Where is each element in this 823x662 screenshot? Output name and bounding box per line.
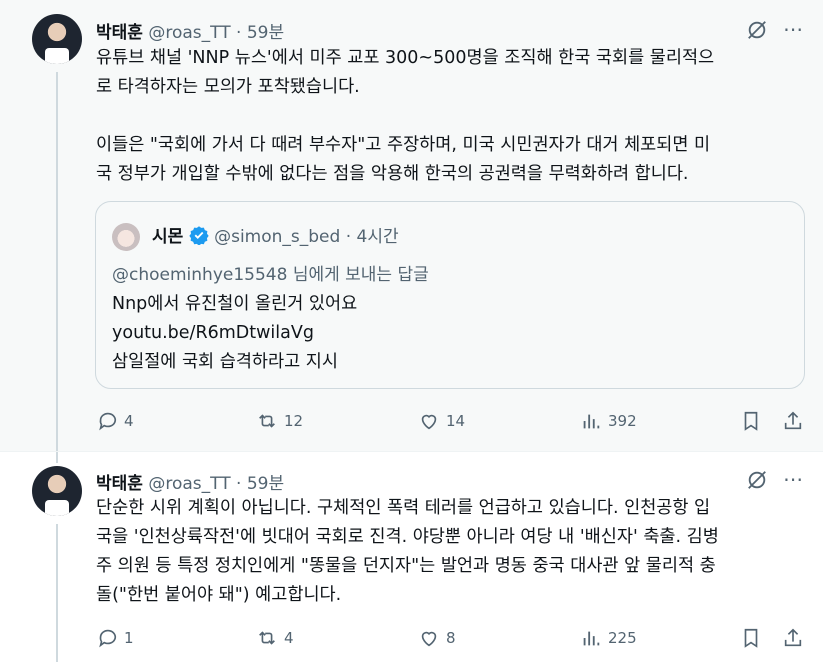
share-button[interactable] <box>782 624 804 652</box>
views-icon <box>583 414 600 429</box>
like-button[interactable]: 14 <box>418 407 465 435</box>
post-header: 박태훈 @roas_TT · 59분 <box>96 18 284 43</box>
quoted-post-header: 시몬 @simon_s_bed · 4시간 <box>152 222 399 247</box>
author-avatar[interactable] <box>32 14 82 64</box>
view-count: 225 <box>608 629 637 647</box>
reply-count: 4 <box>124 412 134 430</box>
like-count: 8 <box>446 629 456 647</box>
thread-line <box>56 452 58 463</box>
quoted-author-avatar <box>112 223 140 251</box>
quoted-post-text: Nnp에서 유진철이 올린거 있어요 youtu.be/R6mDtwilaVg … <box>112 290 357 377</box>
author-handle[interactable]: @roas_TT <box>148 23 230 43</box>
views-button[interactable]: 392 <box>580 407 637 435</box>
bookmark-icon <box>744 411 758 431</box>
more-icon[interactable]: ⋯ <box>782 468 804 490</box>
quoted-author-name: 시몬 <box>152 227 184 247</box>
reply-icon <box>99 629 117 648</box>
author-name[interactable]: 박태훈 <box>96 23 143 43</box>
quoted-text-line: Nnp에서 유진철이 올린거 있어요 <box>112 294 358 314</box>
reply-count: 1 <box>124 629 134 647</box>
like-count: 14 <box>446 412 466 430</box>
reply-button[interactable]: 1 <box>96 624 134 652</box>
grok-icon[interactable] <box>746 469 768 491</box>
post-text: 유튜브 채널 'NNP 뉴스'에서 미주 교포 300~500명을 조직해 한국… <box>96 48 715 184</box>
thread-line <box>56 72 58 452</box>
more-icon[interactable]: ⋯ <box>782 18 804 40</box>
bookmark-button[interactable] <box>740 624 762 652</box>
post-text: 단순한 시위 계획이 아닙니다. 구체적인 폭력 테러를 언급하고 있습니다. … <box>96 498 719 605</box>
post-1[interactable]: 박태훈 @roas_TT · 59분 ⋯ 유튜브 채널 'NNP 뉴스'에서 미… <box>0 0 823 452</box>
repost-icon <box>259 631 275 645</box>
post-time[interactable]: 59분 <box>247 474 284 494</box>
post-header: 박태훈 @roas_TT · 59분 <box>96 469 284 494</box>
reply-icon <box>99 412 117 431</box>
view-count: 392 <box>608 412 637 430</box>
repost-icon <box>259 414 275 428</box>
like-button[interactable]: 8 <box>418 624 456 652</box>
author-handle[interactable]: @roas_TT <box>148 474 230 494</box>
share-icon <box>784 411 802 430</box>
post-2[interactable]: 박태훈 @roas_TT · 59분 ⋯ 단순한 시위 계획이 아닙니다. 구체… <box>0 452 823 662</box>
share-icon <box>784 628 802 647</box>
action-bar: 4 12 14 392 <box>96 407 808 435</box>
repost-button[interactable]: 12 <box>256 407 303 435</box>
quoted-author-handle: @simon_s_bed <box>214 227 341 247</box>
quoted-post[interactable]: 시몬 @simon_s_bed · 4시간 @choeminhye15548 님… <box>95 201 805 389</box>
repost-count: 4 <box>284 629 294 647</box>
repost-count: 12 <box>284 412 304 430</box>
views-icon <box>583 631 600 646</box>
author-avatar[interactable] <box>32 466 82 516</box>
quoted-post-time: 4시간 <box>356 227 399 247</box>
thread-line <box>56 524 58 662</box>
separator-dot: · <box>236 474 242 494</box>
quoted-link[interactable]: youtu.be/R6mDtwilaVg <box>112 319 357 348</box>
verified-badge-icon <box>189 226 209 246</box>
quoted-reply-context: @choeminhye15548 님에게 보내는 답글 <box>112 265 429 285</box>
grok-icon[interactable] <box>746 19 768 41</box>
bookmark-icon <box>744 628 758 648</box>
like-icon <box>421 414 437 430</box>
quoted-separator-dot: · <box>345 227 352 247</box>
author-name[interactable]: 박태훈 <box>96 474 143 494</box>
share-button[interactable] <box>782 407 804 435</box>
repost-button[interactable]: 4 <box>256 624 294 652</box>
like-icon <box>421 631 437 647</box>
quoted-text-line: 삼일절에 국회 습격하라고 지시 <box>112 352 338 372</box>
post-time[interactable]: 59분 <box>247 23 284 43</box>
bookmark-button[interactable] <box>740 407 762 435</box>
views-button[interactable]: 225 <box>580 624 637 652</box>
action-bar: 1 4 8 225 <box>96 624 808 652</box>
separator-dot: · <box>236 23 242 43</box>
reply-button[interactable]: 4 <box>96 407 134 435</box>
